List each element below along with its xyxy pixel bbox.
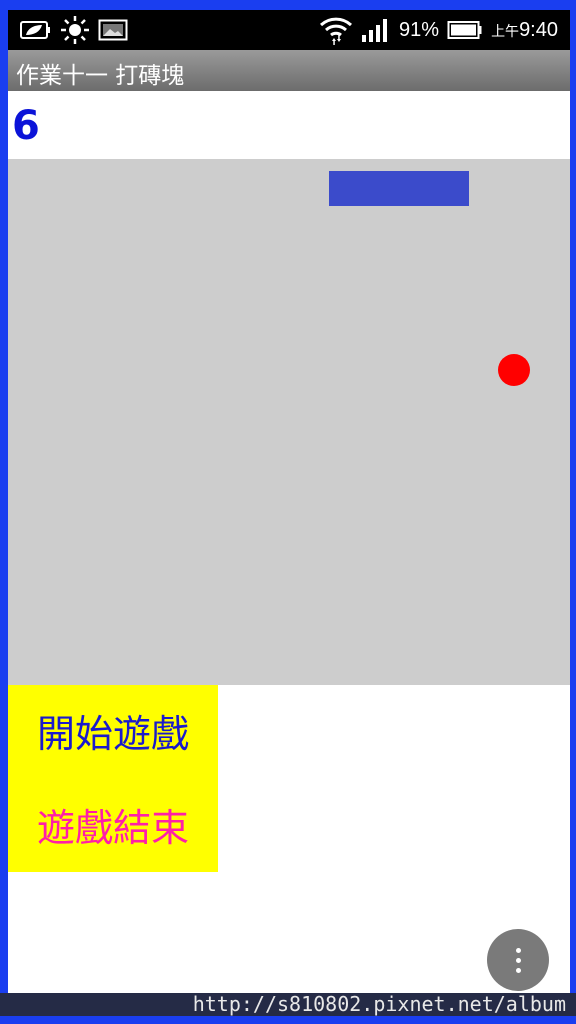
action-bar: 作業十一 打磚塊 <box>8 50 570 91</box>
clock: 上午9:40 <box>491 19 558 42</box>
overflow-menu-button[interactable] <box>487 929 549 991</box>
wifi-icon <box>320 17 353 45</box>
leaf-battery-saver-icon <box>20 21 50 39</box>
watermark-bar: http://s810802.pixnet.net/album <box>0 993 576 1016</box>
status-left-icons <box>18 10 128 50</box>
battery-percent: 91% <box>399 18 440 41</box>
clock-time: 9:40 <box>519 18 558 41</box>
game-field[interactable] <box>8 159 570 685</box>
sun-icon <box>61 16 89 44</box>
watermark-text: http://s810802.pixnet.net/album <box>192 992 566 1016</box>
ball <box>498 354 530 386</box>
end-game-button[interactable]: 遊戲結束 <box>8 797 218 852</box>
app-content: 6 開始遊戲 遊戲結束 <box>8 91 570 993</box>
paddle[interactable] <box>329 171 469 206</box>
overflow-dot-icon <box>515 947 521 953</box>
battery-icon <box>447 21 482 39</box>
overflow-dot-icon <box>515 957 521 963</box>
status-bar: 91% 上午9:40 <box>8 10 570 50</box>
signal-icon <box>362 19 388 42</box>
score-display: 6 <box>12 103 40 149</box>
status-right-icons: 91% 上午9:40 <box>319 10 558 50</box>
start-game-button[interactable]: 開始遊戲 <box>8 703 218 758</box>
app-title: 作業十一 打磚塊 <box>16 63 185 89</box>
control-panel: 開始遊戲 遊戲結束 <box>8 685 218 872</box>
clock-prefix: 上午 <box>491 22 520 39</box>
image-icon <box>98 19 128 41</box>
overflow-dot-icon <box>515 967 521 973</box>
